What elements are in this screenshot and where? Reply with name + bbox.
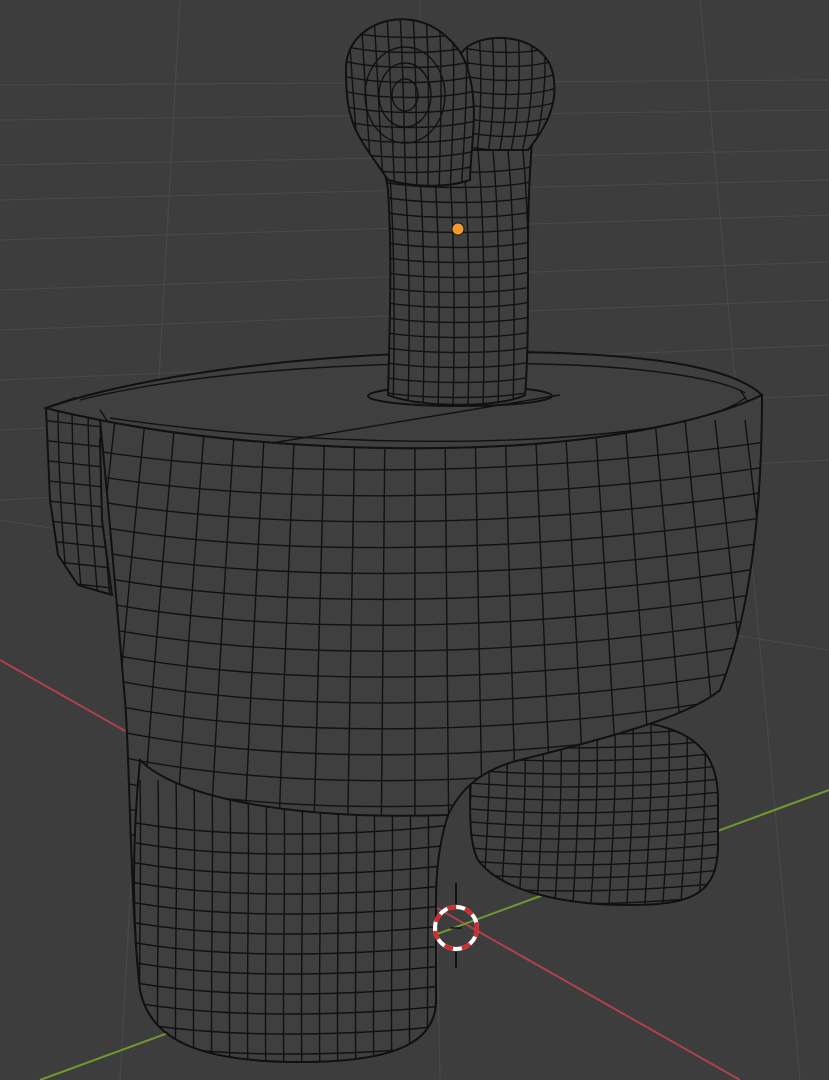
3d-viewport[interactable]	[0, 0, 829, 1080]
mesh-stalk-head-left-lobe[interactable]	[338, 15, 480, 195]
object-origin-dot-icon[interactable]	[451, 222, 465, 236]
viewport-canvas[interactable]	[0, 0, 829, 1080]
mesh-object[interactable]	[40, 15, 811, 1080]
3d-cursor-icon[interactable]	[433, 883, 479, 968]
